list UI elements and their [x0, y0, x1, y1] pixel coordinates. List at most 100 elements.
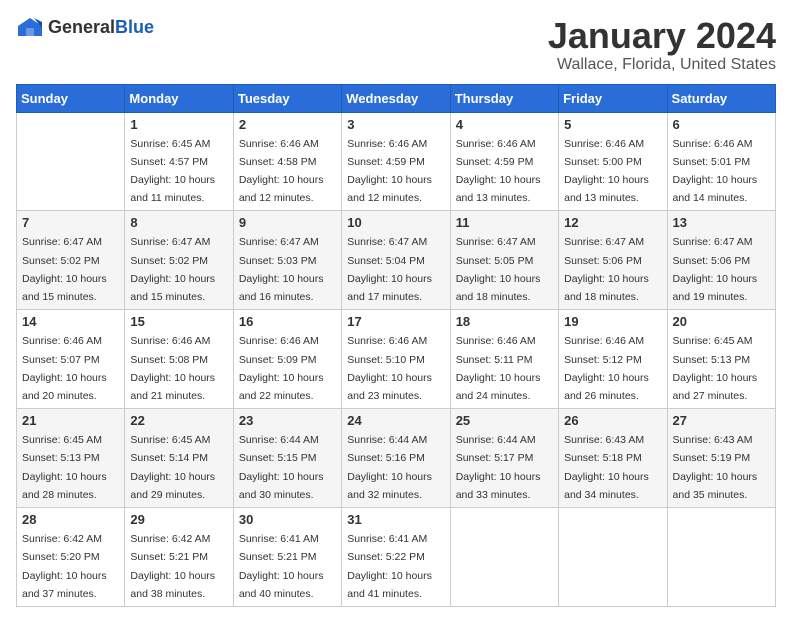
weekday-header-row: SundayMondayTuesdayWednesdayThursdayFrid… — [17, 84, 776, 112]
calendar-cell — [559, 508, 667, 607]
day-number: 19 — [564, 314, 661, 329]
day-info: Sunrise: 6:47 AMSunset: 5:04 PMDaylight:… — [347, 236, 432, 303]
day-info: Sunrise: 6:46 AMSunset: 5:09 PMDaylight:… — [239, 335, 324, 402]
day-number: 22 — [130, 413, 227, 428]
day-number: 26 — [564, 413, 661, 428]
day-number: 27 — [673, 413, 770, 428]
weekday-header-thursday: Thursday — [450, 84, 558, 112]
day-info: Sunrise: 6:45 AMSunset: 5:13 PMDaylight:… — [673, 335, 758, 402]
calendar-week-row: 14 Sunrise: 6:46 AMSunset: 5:07 PMDaylig… — [17, 310, 776, 409]
day-info: Sunrise: 6:47 AMSunset: 5:02 PMDaylight:… — [130, 236, 215, 303]
day-number: 21 — [22, 413, 119, 428]
calendar-week-row: 1 Sunrise: 6:45 AMSunset: 4:57 PMDayligh… — [17, 112, 776, 211]
day-info: Sunrise: 6:41 AMSunset: 5:21 PMDaylight:… — [239, 533, 324, 600]
logo-blue-text: Blue — [115, 17, 154, 38]
day-number: 30 — [239, 512, 336, 527]
day-number: 1 — [130, 117, 227, 132]
calendar-cell: 25 Sunrise: 6:44 AMSunset: 5:17 PMDaylig… — [450, 409, 558, 508]
weekday-header-wednesday: Wednesday — [342, 84, 450, 112]
page-header: General Blue January 2024 Wallace, Flori… — [16, 16, 776, 74]
day-info: Sunrise: 6:45 AMSunset: 5:13 PMDaylight:… — [22, 434, 107, 501]
location-title: Wallace, Florida, United States — [548, 56, 776, 74]
day-number: 14 — [22, 314, 119, 329]
day-info: Sunrise: 6:46 AMSunset: 5:07 PMDaylight:… — [22, 335, 107, 402]
calendar-cell: 19 Sunrise: 6:46 AMSunset: 5:12 PMDaylig… — [559, 310, 667, 409]
day-number: 23 — [239, 413, 336, 428]
day-info: Sunrise: 6:45 AMSunset: 4:57 PMDaylight:… — [130, 138, 215, 205]
calendar-cell — [450, 508, 558, 607]
day-number: 2 — [239, 117, 336, 132]
day-info: Sunrise: 6:42 AMSunset: 5:21 PMDaylight:… — [130, 533, 215, 600]
calendar-cell: 12 Sunrise: 6:47 AMSunset: 5:06 PMDaylig… — [559, 211, 667, 310]
calendar-cell: 16 Sunrise: 6:46 AMSunset: 5:09 PMDaylig… — [233, 310, 341, 409]
day-info: Sunrise: 6:47 AMSunset: 5:06 PMDaylight:… — [673, 236, 758, 303]
calendar-cell: 20 Sunrise: 6:45 AMSunset: 5:13 PMDaylig… — [667, 310, 775, 409]
calendar-cell: 26 Sunrise: 6:43 AMSunset: 5:18 PMDaylig… — [559, 409, 667, 508]
calendar-cell: 6 Sunrise: 6:46 AMSunset: 5:01 PMDayligh… — [667, 112, 775, 211]
day-number: 3 — [347, 117, 444, 132]
day-info: Sunrise: 6:46 AMSunset: 4:59 PMDaylight:… — [347, 138, 432, 205]
weekday-header-sunday: Sunday — [17, 84, 125, 112]
day-info: Sunrise: 6:46 AMSunset: 5:11 PMDaylight:… — [456, 335, 541, 402]
day-number: 7 — [22, 215, 119, 230]
day-number: 16 — [239, 314, 336, 329]
calendar-cell: 10 Sunrise: 6:47 AMSunset: 5:04 PMDaylig… — [342, 211, 450, 310]
logo-general-text: General — [48, 17, 115, 38]
logo: General Blue — [16, 16, 154, 38]
calendar-cell: 7 Sunrise: 6:47 AMSunset: 5:02 PMDayligh… — [17, 211, 125, 310]
day-info: Sunrise: 6:44 AMSunset: 5:16 PMDaylight:… — [347, 434, 432, 501]
calendar-cell: 3 Sunrise: 6:46 AMSunset: 4:59 PMDayligh… — [342, 112, 450, 211]
day-info: Sunrise: 6:46 AMSunset: 5:01 PMDaylight:… — [673, 138, 758, 205]
calendar-week-row: 21 Sunrise: 6:45 AMSunset: 5:13 PMDaylig… — [17, 409, 776, 508]
calendar-cell: 15 Sunrise: 6:46 AMSunset: 5:08 PMDaylig… — [125, 310, 233, 409]
day-number: 11 — [456, 215, 553, 230]
title-area: January 2024 Wallace, Florida, United St… — [548, 16, 776, 74]
day-number: 17 — [347, 314, 444, 329]
calendar-cell: 5 Sunrise: 6:46 AMSunset: 5:00 PMDayligh… — [559, 112, 667, 211]
day-number: 10 — [347, 215, 444, 230]
day-info: Sunrise: 6:42 AMSunset: 5:20 PMDaylight:… — [22, 533, 107, 600]
weekday-header-friday: Friday — [559, 84, 667, 112]
weekday-header-monday: Monday — [125, 84, 233, 112]
day-info: Sunrise: 6:47 AMSunset: 5:06 PMDaylight:… — [564, 236, 649, 303]
calendar-cell: 21 Sunrise: 6:45 AMSunset: 5:13 PMDaylig… — [17, 409, 125, 508]
day-info: Sunrise: 6:46 AMSunset: 5:12 PMDaylight:… — [564, 335, 649, 402]
calendar-cell: 29 Sunrise: 6:42 AMSunset: 5:21 PMDaylig… — [125, 508, 233, 607]
calendar-cell: 22 Sunrise: 6:45 AMSunset: 5:14 PMDaylig… — [125, 409, 233, 508]
day-number: 29 — [130, 512, 227, 527]
day-number: 6 — [673, 117, 770, 132]
day-info: Sunrise: 6:46 AMSunset: 5:08 PMDaylight:… — [130, 335, 215, 402]
weekday-header-saturday: Saturday — [667, 84, 775, 112]
day-number: 28 — [22, 512, 119, 527]
day-number: 5 — [564, 117, 661, 132]
day-number: 18 — [456, 314, 553, 329]
day-number: 20 — [673, 314, 770, 329]
calendar-cell: 24 Sunrise: 6:44 AMSunset: 5:16 PMDaylig… — [342, 409, 450, 508]
day-info: Sunrise: 6:44 AMSunset: 5:17 PMDaylight:… — [456, 434, 541, 501]
calendar-cell: 17 Sunrise: 6:46 AMSunset: 5:10 PMDaylig… — [342, 310, 450, 409]
weekday-header-tuesday: Tuesday — [233, 84, 341, 112]
calendar-cell: 8 Sunrise: 6:47 AMSunset: 5:02 PMDayligh… — [125, 211, 233, 310]
day-info: Sunrise: 6:47 AMSunset: 5:03 PMDaylight:… — [239, 236, 324, 303]
calendar-week-row: 28 Sunrise: 6:42 AMSunset: 5:20 PMDaylig… — [17, 508, 776, 607]
day-info: Sunrise: 6:43 AMSunset: 5:19 PMDaylight:… — [673, 434, 758, 501]
day-info: Sunrise: 6:46 AMSunset: 5:00 PMDaylight:… — [564, 138, 649, 205]
calendar-cell: 13 Sunrise: 6:47 AMSunset: 5:06 PMDaylig… — [667, 211, 775, 310]
logo-icon — [16, 16, 44, 38]
day-number: 24 — [347, 413, 444, 428]
day-number: 31 — [347, 512, 444, 527]
day-info: Sunrise: 6:43 AMSunset: 5:18 PMDaylight:… — [564, 434, 649, 501]
calendar-cell: 4 Sunrise: 6:46 AMSunset: 4:59 PMDayligh… — [450, 112, 558, 211]
day-info: Sunrise: 6:47 AMSunset: 5:02 PMDaylight:… — [22, 236, 107, 303]
day-number: 9 — [239, 215, 336, 230]
day-number: 8 — [130, 215, 227, 230]
calendar-cell: 23 Sunrise: 6:44 AMSunset: 5:15 PMDaylig… — [233, 409, 341, 508]
calendar-cell: 1 Sunrise: 6:45 AMSunset: 4:57 PMDayligh… — [125, 112, 233, 211]
day-info: Sunrise: 6:45 AMSunset: 5:14 PMDaylight:… — [130, 434, 215, 501]
day-number: 12 — [564, 215, 661, 230]
day-info: Sunrise: 6:46 AMSunset: 4:58 PMDaylight:… — [239, 138, 324, 205]
day-info: Sunrise: 6:47 AMSunset: 5:05 PMDaylight:… — [456, 236, 541, 303]
calendar-cell: 31 Sunrise: 6:41 AMSunset: 5:22 PMDaylig… — [342, 508, 450, 607]
calendar-cell: 9 Sunrise: 6:47 AMSunset: 5:03 PMDayligh… — [233, 211, 341, 310]
month-title: January 2024 — [548, 16, 776, 56]
